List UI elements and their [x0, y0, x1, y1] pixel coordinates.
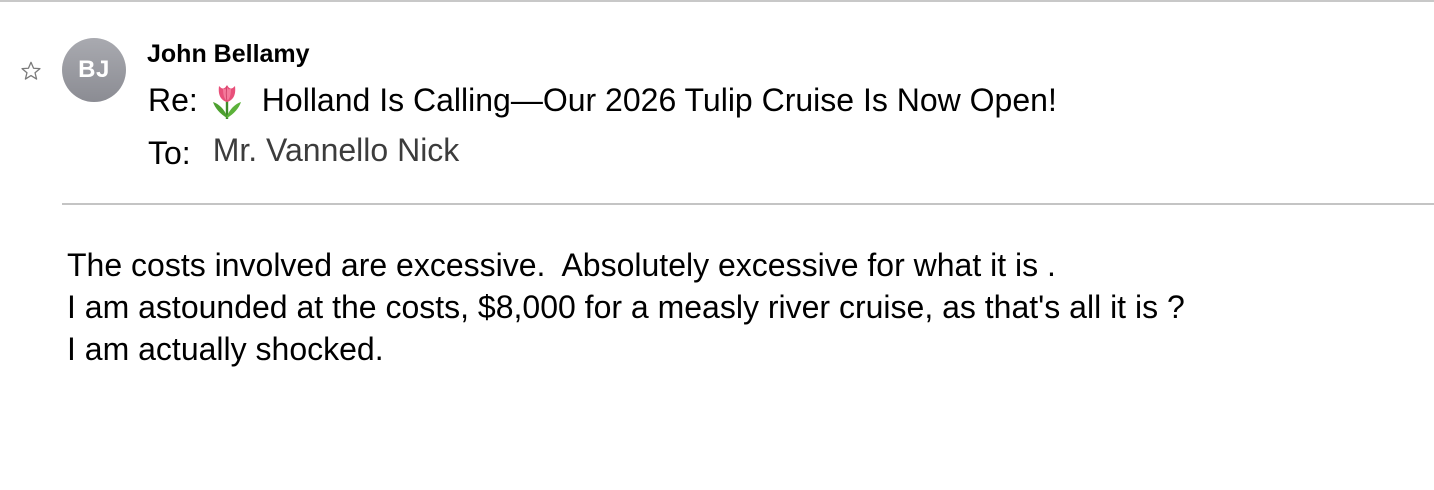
- body-line-3: I am actually shocked.: [67, 331, 384, 367]
- email-message-view: BJ John Bellamy Re: Holland Is Calling—O…: [0, 0, 1434, 490]
- body-line-2: I am astounded at the costs, $8,000 for …: [67, 289, 1185, 325]
- message-body: The costs involved are excessive. Absolu…: [67, 244, 1185, 370]
- to-label: To:: [148, 134, 191, 171]
- subject-prefix: Re:: [148, 81, 198, 118]
- avatar[interactable]: BJ: [62, 38, 126, 102]
- sender-name[interactable]: John Bellamy: [147, 39, 310, 69]
- subject-text: Holland Is Calling—Our 2026 Tulip Cruise…: [261, 81, 1057, 118]
- tulip-icon: [210, 80, 244, 120]
- body-line-1: The costs involved are excessive. Absolu…: [67, 247, 1056, 283]
- star-icon[interactable]: [18, 58, 44, 84]
- recipient-name[interactable]: Mr. Vannello Nick: [213, 132, 460, 169]
- avatar-initials: BJ: [78, 56, 110, 83]
- subject-line: Re: Holland Is Calling—Our 2026 Tulip Cr…: [148, 80, 1057, 120]
- recipient-line: To: Mr. Vannello Nick: [148, 130, 460, 171]
- header-divider: [62, 203, 1434, 205]
